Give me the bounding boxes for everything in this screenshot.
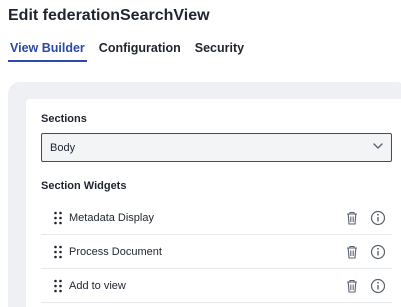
widget-name: Add to view <box>69 279 126 292</box>
tab-configuration[interactable]: Configuration <box>97 40 183 62</box>
drag-handle-icon[interactable] <box>53 211 63 225</box>
widget-name: Metadata Display <box>69 211 154 224</box>
tab-bar: View Builder Configuration Security <box>8 40 246 64</box>
trash-icon[interactable] <box>345 210 359 226</box>
chevron-down-icon <box>373 143 383 149</box>
section-select-value: Body <box>50 141 76 154</box>
trash-icon[interactable] <box>345 244 359 260</box>
trash-icon[interactable] <box>345 278 359 294</box>
tab-security[interactable]: Security <box>193 40 246 62</box>
widget-row: Process Document <box>41 235 392 269</box>
section-select[interactable]: Body <box>41 133 392 162</box>
section-widgets-label: Section Widgets <box>41 180 127 192</box>
widget-row: Add to view <box>41 269 392 303</box>
page-title: Edit federationSearchView <box>8 7 210 24</box>
info-icon[interactable] <box>370 244 386 260</box>
widget-row: Metadata Display <box>41 201 392 235</box>
info-icon[interactable] <box>370 278 386 294</box>
tab-view-builder[interactable]: View Builder <box>8 40 87 62</box>
widget-name: Process Document <box>69 245 162 258</box>
drag-handle-icon[interactable] <box>53 245 63 259</box>
info-icon[interactable] <box>370 210 386 226</box>
drag-handle-icon[interactable] <box>53 279 63 293</box>
sections-label: Sections <box>41 113 87 125</box>
